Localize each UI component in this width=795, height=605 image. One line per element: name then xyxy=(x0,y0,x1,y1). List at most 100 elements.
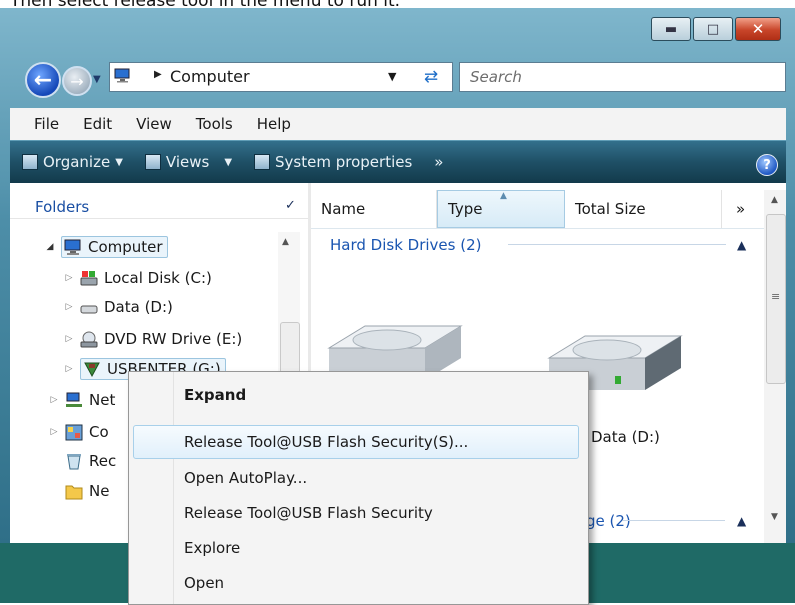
column-header: Name Type Total Size » xyxy=(311,190,786,229)
control-panel-icon xyxy=(65,424,83,440)
sort-ascending-icon: ▲ xyxy=(500,191,507,201)
menu-item-release-tool-s[interactable]: Release Tool@USB Flash Security(S)... xyxy=(184,426,468,458)
organize-button[interactable]: Organize ▼ xyxy=(22,153,123,171)
group-divider xyxy=(623,520,725,521)
drive-label[interactable]: Data (D:) xyxy=(591,428,660,446)
search-placeholder: Search xyxy=(470,68,522,86)
address-dropdown-icon[interactable]: ▼ xyxy=(388,70,396,83)
menu-item-open[interactable]: Open xyxy=(184,567,224,599)
refresh-icon: ⇄ xyxy=(423,67,439,87)
hard-drive-icon xyxy=(80,305,98,313)
search-input[interactable]: Search xyxy=(459,62,786,92)
local-disk-icon xyxy=(80,270,98,285)
chevron-down-icon: ▼ xyxy=(224,156,233,168)
tree-item-label: Local Disk (C:) xyxy=(104,269,212,287)
menu-item-open-autoplay[interactable]: Open AutoPlay... xyxy=(184,462,307,494)
minimize-button[interactable]: ▬ xyxy=(651,17,691,41)
collapsed-triangle-icon[interactable]: ▷ xyxy=(63,364,75,374)
maximize-icon: □ xyxy=(706,21,720,37)
recent-pages-dropdown[interactable]: ▼ xyxy=(93,74,101,85)
menu-file[interactable]: File xyxy=(10,115,71,133)
system-properties-button[interactable]: System properties xyxy=(254,153,412,171)
tree-item-control-panel[interactable]: ▷ Co xyxy=(48,418,109,446)
tree-item-label: DVD RW Drive (E:) xyxy=(104,330,243,348)
tree-item-label: Ne xyxy=(89,482,110,500)
command-bar: Organize ▼ Views ▼ System properties » xyxy=(10,141,786,183)
address-text: Computer xyxy=(170,67,250,86)
scroll-grip-icon: ≡ xyxy=(771,290,781,303)
tree-item-computer[interactable]: ◢ Computer xyxy=(44,233,168,261)
tree-item-new-folder[interactable]: Ne xyxy=(48,477,109,505)
menu-help[interactable]: Help xyxy=(245,115,303,133)
menu-item-expand[interactable]: Expand xyxy=(184,379,246,411)
maximize-button[interactable]: □ xyxy=(693,17,733,41)
scroll-up-icon[interactable]: ▲ xyxy=(771,195,778,205)
refresh-button[interactable]: ⇄ xyxy=(409,62,453,92)
scroll-down-icon[interactable]: ▼ xyxy=(771,512,778,522)
collapse-group-icon[interactable]: ▲ xyxy=(737,238,746,252)
chevron-down-icon: ▼ xyxy=(115,156,123,168)
forward-button[interactable]: → xyxy=(62,66,92,96)
tree-item-data-drive[interactable]: ▷ Data (D:) xyxy=(63,293,173,321)
views-button[interactable]: Views ▼ xyxy=(144,153,233,171)
scroll-up-icon[interactable]: ▲ xyxy=(282,237,289,247)
tree-item-label: Data (D:) xyxy=(104,298,173,316)
organize-icon xyxy=(22,154,38,170)
more-commands-label: » xyxy=(434,153,444,171)
menu-tools[interactable]: Tools xyxy=(184,115,245,133)
more-commands-button[interactable]: » xyxy=(434,153,443,171)
usb-drive-icon xyxy=(84,362,100,377)
menu-item-explore[interactable]: Explore xyxy=(184,532,240,564)
tree-item-local-disk[interactable]: ▷ Local Disk (C:) xyxy=(63,264,212,292)
column-name[interactable]: Name xyxy=(311,190,437,228)
tree-item-dvd-drive[interactable]: ▷ DVD RW Drive (E:) xyxy=(63,325,243,353)
network-icon xyxy=(66,392,82,407)
tree-item-label: Computer xyxy=(88,238,163,256)
menu-item-release-tool[interactable]: Release Tool@USB Flash Security xyxy=(184,497,433,529)
column-label: Name xyxy=(321,200,366,218)
forward-arrow-icon: → xyxy=(70,71,84,91)
collapsed-triangle-icon[interactable]: ▷ xyxy=(63,273,75,283)
close-icon: ✕ xyxy=(751,20,765,38)
menu-edit[interactable]: Edit xyxy=(71,115,124,133)
back-button[interactable]: ← xyxy=(25,62,61,98)
help-button[interactable]: ? xyxy=(756,154,778,176)
views-label: Views xyxy=(165,153,210,171)
window-controls: ▬ □ ✕ xyxy=(651,17,781,41)
menu-view[interactable]: View xyxy=(124,115,184,133)
computer-icon xyxy=(64,239,81,255)
tree-item-label: Co xyxy=(89,423,109,441)
group-header-removable[interactable]: ge (2) xyxy=(586,512,631,530)
collapsed-triangle-icon[interactable]: ▷ xyxy=(63,334,75,344)
chevron-down-icon: ✓ xyxy=(285,198,296,213)
more-columns-button[interactable]: » xyxy=(722,190,764,228)
group-divider xyxy=(508,244,726,245)
context-menu: Expand Release Tool@USB Flash Security(S… xyxy=(128,371,589,605)
views-icon xyxy=(144,154,161,170)
expanded-triangle-icon[interactable]: ◢ xyxy=(44,242,56,252)
address-bar[interactable]: ▶ Computer ▼ xyxy=(109,62,453,92)
collapse-group-icon[interactable]: ▲ xyxy=(737,514,746,528)
back-arrow-icon: ← xyxy=(33,67,53,93)
tree-item-network[interactable]: ▷ Net xyxy=(48,386,116,414)
system-properties-label: System properties xyxy=(275,153,413,171)
column-total-size[interactable]: Total Size xyxy=(565,190,722,228)
collapsed-triangle-icon[interactable]: ▷ xyxy=(48,395,60,405)
tree-item-label: Net xyxy=(89,391,116,409)
folders-label: Folders xyxy=(35,198,90,216)
group-header-hard-disks[interactable]: Hard Disk Drives (2) xyxy=(330,236,481,254)
column-label: Type xyxy=(448,200,483,218)
column-label: Total Size xyxy=(575,200,646,218)
computer-icon xyxy=(114,68,130,83)
folders-header[interactable]: Folders ✓ xyxy=(10,190,308,219)
tree-item-recycle-bin[interactable]: Rec xyxy=(48,447,116,475)
close-button[interactable]: ✕ xyxy=(735,17,781,41)
system-properties-icon xyxy=(254,154,271,170)
help-icon: ? xyxy=(763,157,771,173)
recycle-bin-icon xyxy=(67,453,81,469)
collapsed-triangle-icon[interactable]: ▷ xyxy=(48,427,60,437)
column-label: » xyxy=(736,200,746,218)
organize-label: Organize xyxy=(43,153,111,171)
collapsed-triangle-icon[interactable]: ▷ xyxy=(63,302,75,312)
menu-icon-gutter xyxy=(129,372,174,604)
